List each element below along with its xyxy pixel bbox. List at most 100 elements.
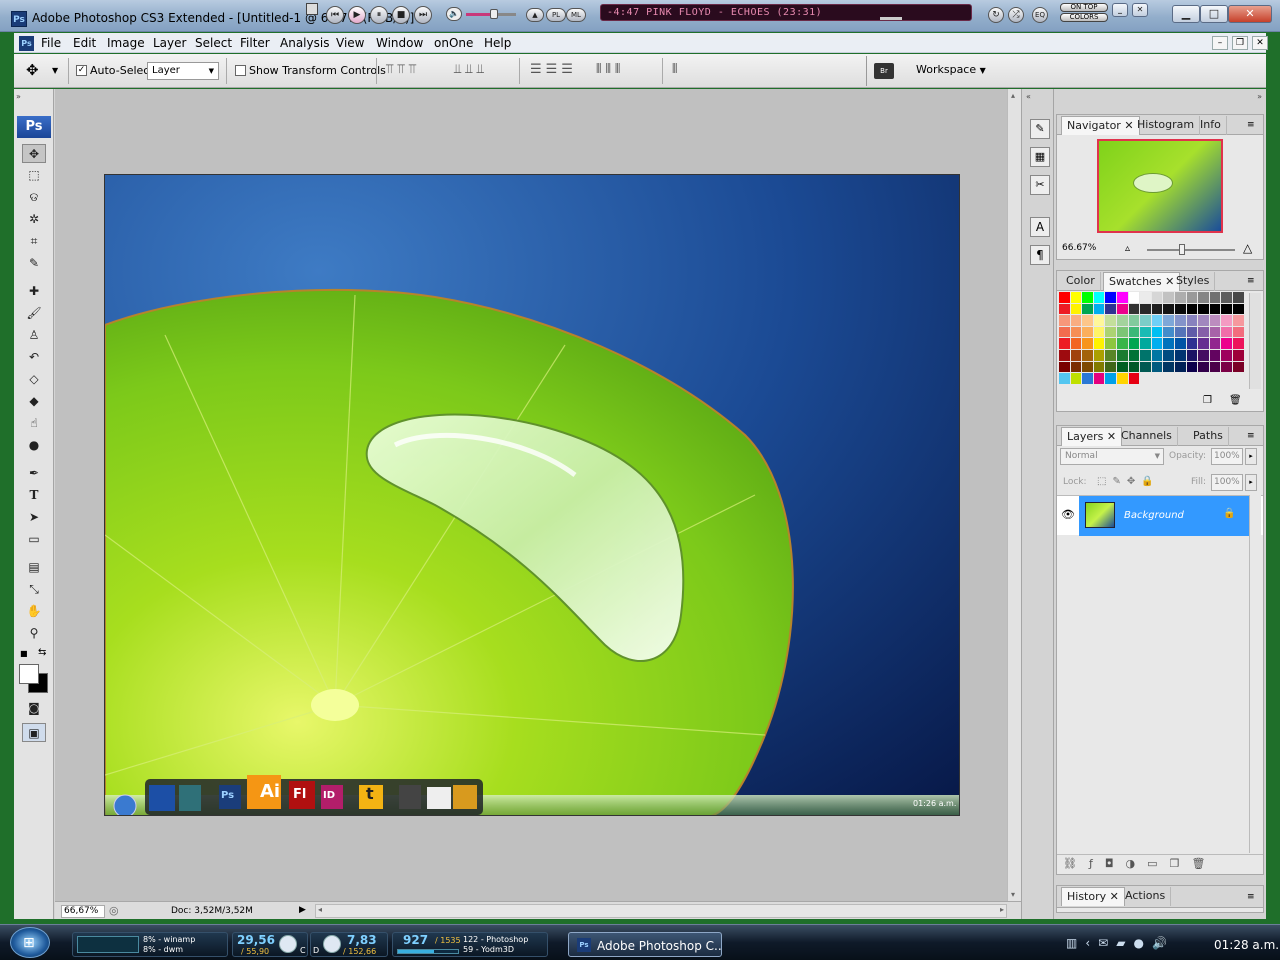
color-swatch[interactable] bbox=[1093, 326, 1105, 338]
tool-presets-icon[interactable]: ▦ bbox=[1030, 147, 1050, 167]
color-swatch[interactable] bbox=[1140, 303, 1151, 315]
menu-onone[interactable]: onOne bbox=[434, 36, 473, 50]
color-swatch[interactable] bbox=[1151, 303, 1163, 315]
opacity-slider-button[interactable]: ▸ bbox=[1245, 448, 1257, 465]
eye-visibility-icon[interactable]: 👁 bbox=[1061, 508, 1075, 521]
color-swatch[interactable] bbox=[1163, 315, 1174, 326]
drive-c-widget[interactable]: 29,56 / 55,90 C bbox=[232, 932, 308, 957]
layer-row[interactable]: 👁 Background 🔒 bbox=[1057, 495, 1263, 536]
volume-slider[interactable] bbox=[466, 9, 516, 19]
color-swatch[interactable] bbox=[1093, 303, 1105, 315]
notes-tool-icon[interactable]: ▤ bbox=[22, 558, 46, 577]
foreground-color-swatch[interactable] bbox=[19, 664, 39, 684]
color-swatch[interactable] bbox=[1140, 292, 1151, 303]
tab-info[interactable]: Info bbox=[1195, 116, 1227, 135]
paragraph-panel-icon[interactable]: ¶ bbox=[1030, 245, 1050, 265]
maximize-button[interactable]: □ bbox=[1200, 5, 1228, 23]
lasso-tool-icon[interactable]: ଡ bbox=[22, 188, 46, 207]
color-swatch[interactable] bbox=[1105, 361, 1116, 373]
color-swatch[interactable] bbox=[1140, 326, 1151, 338]
menu-file[interactable]: File bbox=[41, 36, 61, 50]
color-swatch[interactable] bbox=[1163, 338, 1174, 349]
move-tool-icon[interactable]: ✥ bbox=[22, 144, 46, 163]
navigator-zoom-slider[interactable] bbox=[1147, 244, 1235, 255]
color-swatch[interactable] bbox=[1059, 373, 1070, 384]
memory-widget[interactable]: 927 / 1535 122 - Photoshop 59 - Yodm3D bbox=[392, 932, 548, 957]
align-top-edges-icon[interactable]: ⫪⫪⫪ bbox=[386, 62, 420, 77]
color-swatch[interactable] bbox=[1163, 303, 1174, 315]
navigator-zoom-value[interactable]: 66.67% bbox=[1062, 243, 1096, 253]
clone-source-icon[interactable]: ✂ bbox=[1030, 175, 1050, 195]
new-group-icon[interactable]: ▭ bbox=[1147, 857, 1169, 870]
color-swatch[interactable] bbox=[1209, 303, 1221, 315]
dodge-tool-icon[interactable]: ● bbox=[22, 436, 46, 455]
playlist-toggle[interactable]: PL bbox=[546, 8, 566, 22]
start-button[interactable]: ⊞ bbox=[10, 927, 50, 958]
color-swatch[interactable] bbox=[1221, 315, 1232, 326]
tab-styles[interactable]: Styles bbox=[1171, 272, 1216, 291]
slice-tool-icon[interactable]: ✎ bbox=[22, 254, 46, 273]
color-swatch[interactable] bbox=[1070, 292, 1082, 303]
doc-close-button[interactable]: ✕ bbox=[1252, 36, 1268, 50]
workspace-button[interactable]: Workspace ▼ bbox=[916, 63, 986, 76]
color-swatch[interactable] bbox=[1221, 303, 1232, 315]
doc-minimize-button[interactable]: – bbox=[1212, 36, 1228, 50]
color-swatch[interactable] bbox=[1221, 361, 1232, 373]
color-swatch[interactable] bbox=[1140, 361, 1151, 373]
align-left-edges-icon[interactable]: ⫫⫫⫫ bbox=[454, 62, 488, 77]
zoom-out-icon[interactable]: ▵ bbox=[1125, 243, 1130, 254]
color-swatch[interactable] bbox=[1221, 326, 1232, 338]
menu-view[interactable]: View bbox=[336, 36, 364, 50]
close-button[interactable]: ✕ bbox=[1228, 5, 1272, 23]
color-swatch[interactable] bbox=[1163, 292, 1174, 303]
collapse-panels-icon[interactable]: » bbox=[1257, 92, 1262, 101]
color-swatch[interactable] bbox=[1186, 315, 1198, 326]
distribute-top-icon[interactable]: ☰☰☰ bbox=[530, 62, 577, 77]
fill-field[interactable]: 100% bbox=[1211, 474, 1243, 491]
delete-swatch-icon[interactable]: 🗑 bbox=[1229, 395, 1242, 406]
bridge-icon[interactable]: Br bbox=[874, 63, 894, 79]
color-swatch[interactable] bbox=[1117, 361, 1128, 373]
color-swatch[interactable] bbox=[1128, 326, 1140, 338]
taskbar-clock[interactable]: 01:28 a.m. bbox=[1214, 938, 1279, 952]
color-swatch[interactable] bbox=[1151, 350, 1163, 361]
new-layer-icon[interactable]: ❐ bbox=[1170, 857, 1192, 870]
hand-tool-icon[interactable]: ✋ bbox=[22, 602, 46, 621]
color-swatch[interactable] bbox=[1209, 292, 1221, 303]
link-layers-icon[interactable]: ⛓ bbox=[1063, 857, 1089, 870]
player-close-button[interactable]: ✕ bbox=[1132, 3, 1148, 17]
horizontal-scrollbar[interactable]: ◂ ▸ bbox=[315, 904, 1007, 918]
close-tab-icon[interactable]: ✕ bbox=[1107, 430, 1116, 443]
color-swatch[interactable] bbox=[1128, 361, 1140, 373]
shape-tool-icon[interactable]: ▭ bbox=[22, 530, 46, 549]
color-swatch[interactable] bbox=[1209, 326, 1221, 338]
color-swatch[interactable] bbox=[1082, 326, 1093, 338]
navigator-thumbnail[interactable] bbox=[1097, 139, 1223, 233]
color-swatch[interactable] bbox=[1059, 292, 1070, 303]
collapse-toolbox-icon[interactable]: » bbox=[16, 92, 21, 101]
on-top-toggle[interactable]: ON TOP bbox=[1060, 3, 1108, 12]
menu-select[interactable]: Select bbox=[195, 36, 232, 50]
previous-track-button[interactable]: ⏮ bbox=[326, 6, 344, 24]
color-swatch[interactable] bbox=[1233, 350, 1244, 361]
play-button[interactable]: ▶ bbox=[348, 6, 366, 24]
color-swatch[interactable] bbox=[1117, 373, 1128, 384]
color-swatch[interactable] bbox=[1198, 292, 1209, 303]
layer-style-icon[interactable]: ƒ bbox=[1089, 857, 1105, 870]
layer-name[interactable]: Background bbox=[1124, 510, 1184, 521]
scroll-up-icon[interactable]: ▴ bbox=[1011, 91, 1015, 100]
tray-expand-icon[interactable]: ‹ bbox=[1085, 936, 1098, 950]
brushes-panel-icon[interactable]: ✎ bbox=[1030, 119, 1050, 139]
healing-brush-tool-icon[interactable]: ✚ bbox=[22, 282, 46, 301]
path-selection-tool-icon[interactable]: ➤ bbox=[22, 508, 46, 527]
stop-button[interactable]: ■ bbox=[392, 6, 410, 24]
color-swatch[interactable] bbox=[1198, 338, 1209, 349]
color-swatch[interactable] bbox=[1105, 373, 1116, 384]
zoom-slider-thumb[interactable] bbox=[1179, 244, 1185, 255]
color-swatch[interactable] bbox=[1128, 315, 1140, 326]
color-swatch[interactable] bbox=[1151, 315, 1163, 326]
color-swatch[interactable] bbox=[1105, 326, 1116, 338]
color-swatch[interactable] bbox=[1233, 303, 1244, 315]
antivirus-tray-icon[interactable]: ▰ bbox=[1116, 936, 1133, 950]
menu-layer[interactable]: Layer bbox=[153, 36, 186, 50]
